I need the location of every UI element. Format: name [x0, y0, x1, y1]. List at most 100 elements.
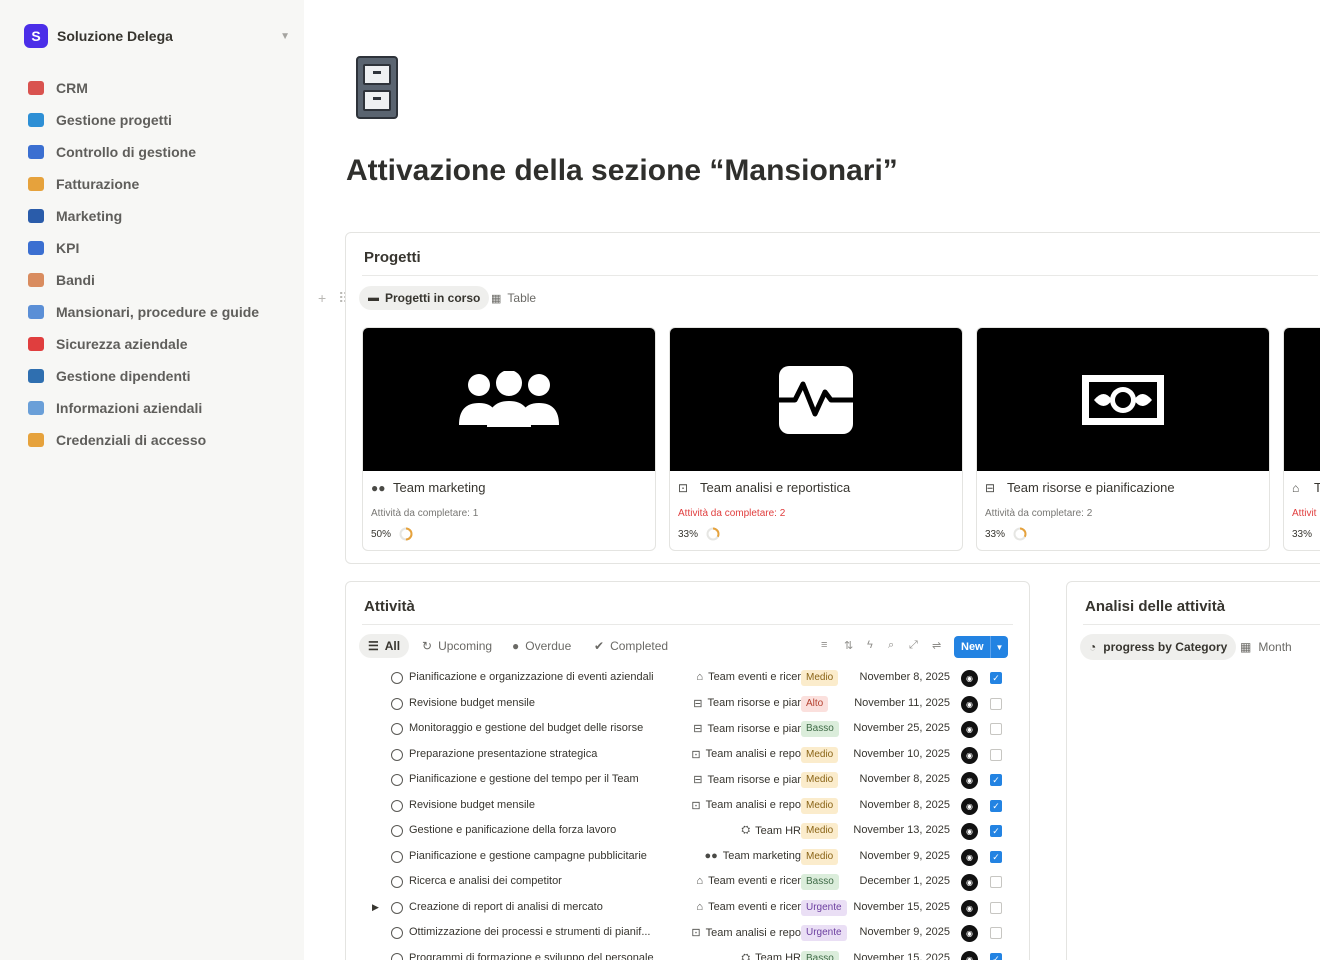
status-circle-icon[interactable]: [391, 825, 403, 837]
status-circle-icon[interactable]: [391, 697, 403, 710]
done-checkbox[interactable]: ✓: [990, 672, 1002, 684]
eye-icon[interactable]: ◉: [961, 695, 978, 713]
priority-badge[interactable]: Medio: [801, 848, 839, 865]
table-row[interactable]: Pianificazione e organizzazione di event…: [346, 666, 1029, 691]
status-circle-icon[interactable]: [391, 799, 403, 812]
sidebar-item-credenziali[interactable]: Credenziali di accesso: [20, 424, 296, 456]
status-circle-icon[interactable]: [391, 952, 403, 960]
priority-badge[interactable]: Urgente: [801, 925, 847, 941]
view-tab-progetti-in-corso[interactable]: ▬ Progetti in corso: [359, 286, 490, 310]
done-checkbox[interactable]: [990, 723, 1002, 735]
task-team[interactable]: ⊡ Team analisi e repo: [691, 748, 801, 761]
eye-icon[interactable]: ◉: [961, 950, 978, 960]
filter-tab-completed[interactable]: ✔ Completed: [585, 634, 677, 658]
priority-badge[interactable]: Medio: [801, 797, 839, 814]
sidebar-item-controllo[interactable]: Controllo di gestione: [20, 136, 296, 168]
table-row[interactable]: Revisione budget mensile ⊟ Team risorse e …: [346, 692, 1029, 717]
task-due-date[interactable]: November 25, 2025: [853, 722, 950, 734]
status-circle-icon[interactable]: [391, 774, 403, 786]
task-name[interactable]: Programmi di formazione e sviluppo del p…: [409, 952, 664, 960]
view-tab-progress-by-category[interactable]: ◔ progress by Category: [1080, 634, 1237, 660]
done-checkbox[interactable]: ✓: [990, 850, 1002, 863]
status-circle-icon[interactable]: [391, 901, 403, 914]
done-checkbox[interactable]: [990, 748, 1002, 761]
workspace-switcher[interactable]: S Soluzione Delega ▼: [24, 24, 294, 48]
sidebar-item-marketing[interactable]: Marketing: [20, 200, 296, 232]
priority-badge[interactable]: Basso: [801, 950, 839, 960]
done-checkbox[interactable]: ✓: [990, 774, 1002, 786]
eye-icon[interactable]: ◉: [961, 848, 978, 866]
task-name[interactable]: Ottimizzazione dei processi e strumenti …: [409, 926, 664, 938]
done-checkbox[interactable]: [990, 876, 1002, 888]
task-name[interactable]: Revisione budget mensile: [409, 697, 664, 709]
task-name[interactable]: Gestione e panificazione della forza lav…: [409, 824, 664, 836]
priority-badge[interactable]: Medio: [801, 772, 839, 788]
project-card[interactable]: ⊟ Team risorse e pianificazione Attività d…: [976, 327, 1270, 551]
sidebar-item-informazioni[interactable]: Informazioni aziendali: [20, 392, 296, 424]
task-team[interactable]: ⌂ Team eventi e ricer: [696, 875, 801, 887]
sidebar-item-gestione[interactable]: Gestione progetti: [20, 104, 296, 136]
task-due-date[interactable]: November 11, 2025: [854, 697, 950, 709]
task-due-date[interactable]: November 8, 2025: [860, 799, 951, 811]
task-name[interactable]: Creazione di report di analisi di mercat…: [409, 901, 664, 913]
task-due-date[interactable]: November 15, 2025: [853, 901, 950, 913]
expand-triangle-icon[interactable]: ▶: [372, 902, 379, 913]
sidebar-item-kpi[interactable]: KPI: [20, 232, 296, 264]
table-row[interactable]: Ricerca e analisi dei competitor ⌂ Team ev…: [346, 870, 1029, 895]
sidebar-item-crm[interactable]: CRM: [20, 72, 296, 104]
priority-badge[interactable]: Medio: [801, 746, 839, 763]
priority-badge[interactable]: Medio: [801, 670, 839, 686]
status-circle-icon[interactable]: [391, 672, 403, 684]
done-checkbox[interactable]: [990, 697, 1002, 710]
status-circle-icon[interactable]: [391, 850, 403, 863]
view-tab-table[interactable]: ▦ Table: [482, 286, 545, 310]
sort-icon[interactable]: ⇅: [844, 639, 853, 652]
table-row[interactable]: Pianificazione e gestione del tempo per …: [346, 768, 1029, 793]
done-checkbox[interactable]: ✓: [990, 799, 1002, 812]
task-name[interactable]: Ricerca e analisi dei competitor: [409, 875, 664, 887]
done-checkbox[interactable]: [990, 901, 1002, 914]
priority-badge[interactable]: Alto: [801, 695, 829, 712]
task-team[interactable]: ●● Team marketing: [704, 850, 801, 862]
table-row[interactable]: Gestione e panificazione della forza lav…: [346, 819, 1029, 844]
filter-tab-all[interactable]: ☰ All: [359, 634, 410, 658]
project-card[interactable]: ⊡ Team analisi e reportistica Attività da …: [669, 327, 963, 551]
sidebar-item-sicurezza[interactable]: Sicurezza aziendale: [20, 328, 296, 360]
expand-icon[interactable]: ⤢: [909, 639, 918, 652]
eye-icon[interactable]: ◉: [961, 874, 978, 891]
status-circle-icon[interactable]: [391, 748, 403, 761]
eye-icon[interactable]: ◉: [961, 797, 978, 815]
task-name[interactable]: Preparazione presentazione strategica: [409, 748, 664, 760]
eye-icon[interactable]: ◉: [961, 925, 978, 942]
eye-icon[interactable]: ◉: [961, 721, 978, 738]
task-due-date[interactable]: November 15, 2025: [853, 952, 950, 960]
view-tab-month[interactable]: ▦ Month: [1231, 634, 1301, 660]
file-cabinet-icon[interactable]: [356, 56, 398, 119]
new-button[interactable]: New ▼: [954, 636, 1008, 658]
automation-bolt-icon[interactable]: ϟ: [867, 639, 873, 651]
search-icon[interactable]: ⌕: [888, 639, 894, 652]
sidebar-item-bandi[interactable]: Bandi: [20, 264, 296, 296]
eye-icon[interactable]: ◉: [961, 899, 978, 917]
task-name[interactable]: Pianificazione e gestione del tempo per …: [409, 773, 664, 785]
sidebar-item-fatturazione[interactable]: Fatturazione: [20, 168, 296, 200]
task-team[interactable]: ⊟ Team risorse e piar: [693, 697, 801, 710]
eye-icon[interactable]: ◉: [961, 823, 978, 840]
table-row[interactable]: Preparazione presentazione strategica ⊡ Te…: [346, 743, 1029, 768]
task-due-date[interactable]: November 9, 2025: [860, 926, 951, 938]
done-checkbox[interactable]: ✓: [990, 825, 1002, 837]
task-due-date[interactable]: November 9, 2025: [860, 850, 951, 862]
table-row[interactable]: ▶ Creazione di report di analisi di merca…: [346, 896, 1029, 921]
table-row[interactable]: Monitoraggio e gestione del budget delle…: [346, 717, 1029, 742]
eye-icon[interactable]: ◉: [961, 746, 978, 764]
priority-badge[interactable]: Medio: [801, 823, 839, 839]
task-team[interactable]: ⊡ Team analisi e repo: [691, 926, 801, 940]
table-row[interactable]: Revisione budget mensile ⊡ Team analisi e …: [346, 794, 1029, 819]
sidebar-item-gestione[interactable]: Gestione dipendenti: [20, 360, 296, 392]
task-name[interactable]: Monitoraggio e gestione del budget delle…: [409, 722, 664, 734]
task-team[interactable]: ⊟ Team risorse e piar: [693, 722, 801, 736]
status-circle-icon[interactable]: [391, 927, 403, 939]
filter-tab-overdue[interactable]: ● Overdue: [503, 634, 580, 658]
done-checkbox[interactable]: ✓: [990, 952, 1002, 960]
table-row[interactable]: Pianificazione e gestione campagne pubbl…: [346, 845, 1029, 870]
